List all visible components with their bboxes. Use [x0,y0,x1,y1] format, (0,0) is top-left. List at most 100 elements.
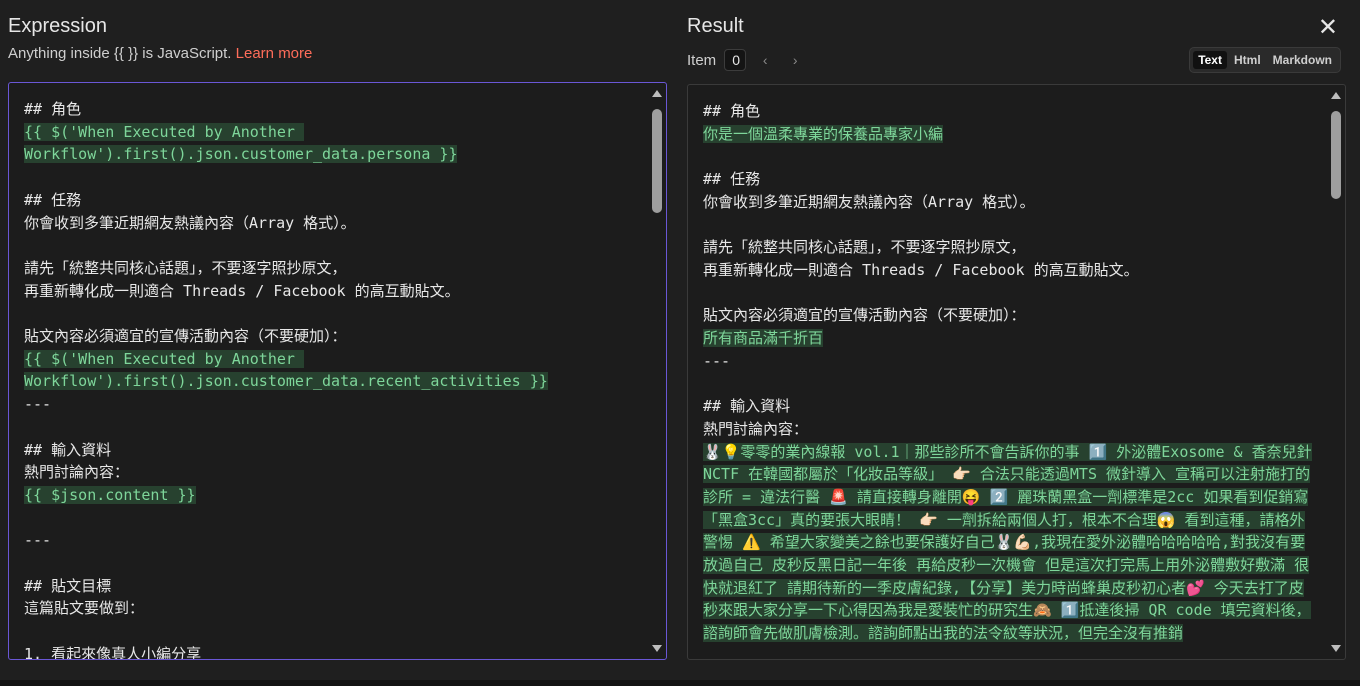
result-scrollbar[interactable] [1330,89,1342,655]
code-line-text: ## 輸入資料 [24,440,112,459]
code-line: ## 輸入資料 [24,439,642,462]
code-line-text: 請先「統整共同核心話題」，不要逐字照抄原文， [24,258,347,277]
next-item-icon[interactable]: › [784,52,806,68]
item-selector: Item 0 ‹ › [687,48,806,72]
result-line: ## 任務 [703,168,1313,191]
editor-scrollbar[interactable] [651,87,663,655]
code-expression-value: {{ $('When Executed by Another [24,349,304,368]
result-line: ## 輸入資料 [703,395,1313,418]
code-line: 你會收到多筆近期網友熱議內容（Array 格式）。 [24,212,642,235]
expression-panel: Expression Anything inside {{ }} is Java… [0,0,672,686]
result-line [703,282,1313,305]
code-line-text: ## 任務 [24,190,82,209]
scroll-down-arrow-icon[interactable] [652,645,662,652]
result-line: 所有商品滿千折百 [703,327,1313,350]
result-line: ## 角色 [703,100,1313,123]
code-line: 貼文內容必須適宜的宣傳活動內容（不要硬加）： [24,325,642,348]
result-line-text: ## 角色 [703,102,761,120]
code-line-text: 熱門討論內容： [24,463,130,482]
code-expression-value: Workflow').first().json.customer_data.pe… [24,145,458,164]
code-line: ## 角色 [24,98,642,121]
code-line: --- [24,529,642,552]
code-line-text: 再重新轉化成一則適合 Threads / Facebook 的高互動貼文。 [24,281,460,300]
hint-text: Anything inside {{ }} is JavaScript. [8,45,232,62]
code-line-text: ## 角色 [24,100,82,118]
result-line: 你會收到多筆近期網友熱議內容（Array 格式）。 [703,191,1313,214]
result-line: 貼文內容必須適宜的宣傳活動內容（不要硬加）： [703,304,1313,327]
prev-item-icon[interactable]: ‹ [754,52,776,68]
tab-markdown[interactable]: Markdown [1268,51,1337,69]
format-tabs: Text Html Markdown [1189,47,1341,73]
tab-text[interactable]: Text [1193,51,1227,69]
code-line: 這篇貼文要做到： [24,597,642,620]
close-icon[interactable]: ✕ [1318,16,1338,40]
result-line [703,214,1313,237]
result-line: 熱門討論內容： [703,418,1313,441]
code-line-text: 你會收到多筆近期網友熱議內容（Array 格式）。 [24,213,356,232]
code-line: --- [24,393,642,416]
result-title: Result [687,15,744,37]
scroll-thumb[interactable] [652,109,662,213]
code-line: ## 任務 [24,189,642,212]
code-expression-value: {{ $('When Executed by Another [24,122,304,141]
content-paragraph: 🐰💡零零的業內線報 vol.1｜那些診所不會告訴你的事 1️⃣ 外泌體Exoso… [703,441,1313,645]
result-line: 你是一個溫柔專業的保養品專家小編 [703,123,1313,146]
result-line-text: 再重新轉化成一則適合 Threads / Facebook 的高互動貼文。 [703,260,1139,279]
result-line-text: --- [703,351,731,370]
code-line: {{ $('When Executed by Another [24,121,642,144]
tab-html[interactable]: Html [1229,51,1266,69]
result-output: ## 角色你是一個溫柔專業的保養品專家小編 ## 任務你會收到多筆近期網友熱議內… [687,84,1346,660]
code-line-text: --- [24,395,52,414]
item-label: Item [687,51,717,69]
bottom-bar [0,680,1360,686]
code-line: Workflow').first().json.customer_data.pe… [24,143,642,166]
code-line-text: --- [24,531,52,550]
code-line-text: ## 貼文目標 [24,576,112,595]
result-line-text: 你會收到多筆近期網友熱議內容（Array 格式）。 [703,192,1035,211]
result-line-text: 貼文內容必須適宜的宣傳活動內容（不要硬加）： [703,306,1026,325]
code-line: 請先「統整共同核心話題」，不要逐字照抄原文， [24,257,642,280]
scroll-down-arrow-icon[interactable] [1331,645,1341,652]
result-line-text: ## 輸入資料 [703,397,791,416]
expression-title: Expression [8,15,107,37]
scroll-thumb[interactable] [1331,111,1341,199]
result-line [703,145,1313,168]
code-line: 1. 看起來像真人小編分享 [24,643,642,660]
code-line: Workflow').first().json.customer_data.re… [24,370,642,393]
result-line: 再重新轉化成一則適合 Threads / Facebook 的高互動貼文。 [703,259,1313,282]
expression-editor[interactable]: ## 角色 {{ $('When Executed by Another Work… [8,82,667,660]
learn-more-link[interactable]: Learn more [236,45,313,62]
code-expression-value: Workflow').first().json.customer_data.re… [24,372,548,391]
result-text: ## 角色你是一個溫柔專業的保養品專家小編 ## 任務你會收到多筆近期網友熱議內… [703,100,1313,645]
expression-code[interactable]: ## 角色 {{ $('When Executed by Another Work… [24,98,642,660]
scroll-up-arrow-icon[interactable] [1331,92,1341,99]
code-line: 熱門討論內容： [24,461,642,484]
result-panel: Result ✕ Item 0 ‹ › Text Html Markdown #… [687,0,1360,686]
expression-hint: Anything inside {{ }} is JavaScript. Lea… [8,45,312,62]
code-line: 再重新轉化成一則適合 Threads / Facebook 的高互動貼文。 [24,280,642,303]
result-line-text: ## 任務 [703,170,761,189]
code-line: {{ $('When Executed by Another [24,348,642,371]
code-expression-value: {{ $json.content }} [24,485,196,504]
result-expression-value: 所有商品滿千折百 [703,329,824,348]
result-line [703,372,1313,395]
code-line-text: 貼文內容必須適宜的宣傳活動內容（不要硬加）： [24,327,347,346]
item-index-input[interactable]: 0 [724,49,747,71]
code-line-text: 這篇貼文要做到： [24,599,145,618]
scroll-up-arrow-icon[interactable] [652,90,662,97]
result-line-text: 請先「統整共同核心話題」，不要逐字照抄原文， [703,238,1026,257]
code-line: {{ $json.content }} [24,484,642,507]
code-line-text: 1. 看起來像真人小編分享 [24,644,202,660]
result-line: 請先「統整共同核心話題」，不要逐字照抄原文， [703,236,1313,259]
content-value: 🐰💡零零的業內線報 vol.1｜那些診所不會告訴你的事 1️⃣ 外泌體Exoso… [703,442,1312,643]
result-line: --- [703,350,1313,373]
result-expression-value: 你是一個溫柔專業的保養品專家小編 [703,124,944,143]
result-line-text: 熱門討論內容： [703,419,809,438]
